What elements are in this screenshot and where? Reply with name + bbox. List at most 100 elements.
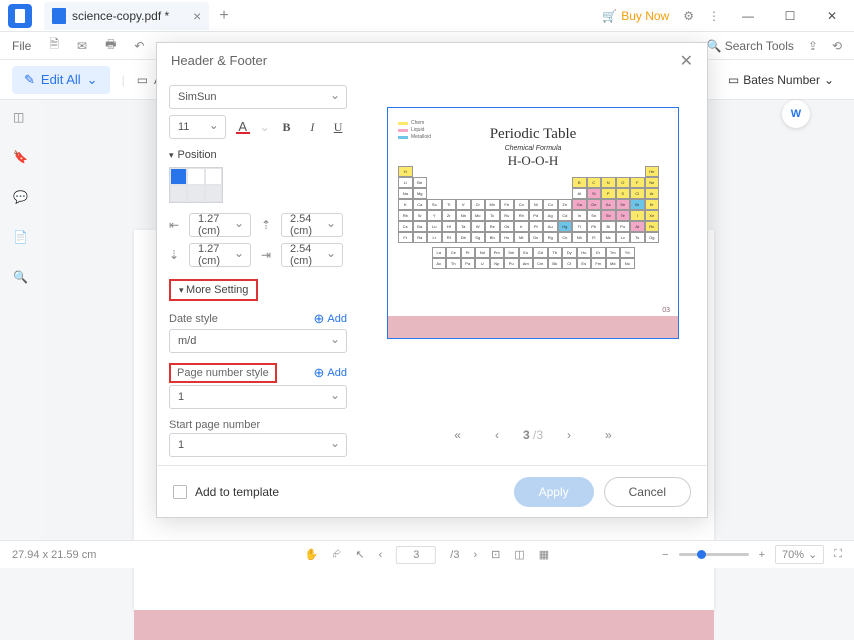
dialog-close-button[interactable]: ✕: [680, 51, 693, 71]
search-icon[interactable]: 🔍: [13, 270, 31, 288]
word-export-icon[interactable]: W: [782, 100, 810, 128]
zoom-slider[interactable]: [679, 553, 749, 556]
prev-page-button[interactable]: ‹: [485, 424, 509, 446]
dialog-header: Header & Footer ✕: [157, 43, 707, 79]
layout-icon[interactable]: ▦: [539, 548, 549, 561]
margin-bottom: ⇣ 1.27 (cm): [169, 243, 251, 267]
start-page-select[interactable]: 1: [169, 433, 347, 457]
attachments-icon[interactable]: 📄: [13, 230, 31, 248]
header-footer-dialog: Header & Footer ✕ SimSun 11 A ⌄ B I U ▾P…: [156, 42, 708, 518]
select-tool-icon[interactable]: ⮳: [333, 548, 342, 561]
document-tab[interactable]: science-copy.pdf * ×: [44, 2, 209, 30]
cloud-icon[interactable]: ⟲: [832, 39, 842, 53]
first-page-button[interactable]: «: [444, 424, 471, 446]
page-indicator: 3 /3: [523, 428, 543, 442]
preview-subtitle: Chemical Formula: [388, 145, 678, 152]
close-button[interactable]: ✕: [818, 9, 846, 23]
save-icon[interactable]: 🗎: [49, 35, 59, 56]
fullscreen-icon[interactable]: ⛶: [834, 548, 842, 561]
date-style-select[interactable]: m/d: [169, 329, 347, 353]
settings-panel: SimSun 11 A ⌄ B I U ▾Position ⇤ 1.27 (cm…: [157, 79, 359, 465]
minimize-button[interactable]: —: [734, 9, 762, 23]
page-number-input[interactable]: 3: [396, 546, 436, 564]
search-tools[interactable]: 🔍 Search Tools: [706, 39, 793, 53]
bookmarks-icon[interactable]: 🔖: [13, 150, 31, 168]
tab-close-button[interactable]: ×: [193, 8, 201, 24]
next-page-icon[interactable]: ›: [473, 549, 477, 561]
titlebar: science-copy.pdf * × + 🛒 Buy Now ⚙ ⋮ — ☐…: [0, 0, 854, 32]
dialog-footer: Add to template Apply Cancel: [157, 465, 707, 517]
more-setting-section[interactable]: More Setting: [169, 279, 347, 301]
add-icon: ▭: [137, 73, 148, 87]
page-dimensions: 27.94 x 21.59 cm: [12, 549, 96, 561]
position-section[interactable]: ▾Position: [169, 149, 347, 161]
tab-title: science-copy.pdf *: [72, 9, 169, 23]
fit-page-icon[interactable]: ◫: [514, 548, 524, 561]
pointer-tool-icon[interactable]: ↖: [355, 548, 364, 561]
left-sidebar: ◫ 🔖 💬 📄 🔍: [0, 100, 44, 288]
mail-icon[interactable]: ✉: [77, 39, 87, 53]
margin-left-input[interactable]: 1.27 (cm): [189, 213, 251, 237]
page-icon: ▭: [728, 73, 739, 87]
menu-icon[interactable]: ⋮: [708, 9, 720, 23]
margin-bottom-icon: ⇣: [169, 248, 183, 262]
file-menu[interactable]: File: [12, 39, 31, 53]
preview-panel: Chem Liquid Metalloid Periodic Table Che…: [359, 79, 707, 465]
share-icon[interactable]: ⇪: [808, 39, 818, 53]
font-size-select[interactable]: 11: [169, 115, 226, 139]
next-page-button[interactable]: ›: [557, 424, 581, 446]
bates-number-button[interactable]: ▭ Bates Number ⌄: [720, 69, 842, 91]
start-page-label: Start page number: [169, 419, 260, 431]
margin-right: ⇥ 2.54 (cm): [261, 243, 343, 267]
position-grid[interactable]: [169, 167, 223, 203]
chevron-down-icon: ⌄: [87, 72, 98, 88]
margin-top-input[interactable]: 2.54 (cm): [281, 213, 343, 237]
date-add-button[interactable]: Add: [314, 311, 347, 327]
date-style-label: Date style: [169, 313, 218, 325]
last-page-button[interactable]: »: [595, 424, 622, 446]
total-pages: /3: [450, 549, 459, 561]
edit-all-button[interactable]: ✎ Edit All ⌄: [12, 66, 110, 94]
pdf-icon: [52, 8, 66, 24]
statusbar: 27.94 x 21.59 cm ✋ ⮳ ↖ ‹ 3 /3 › ⊡ ◫ ▦ − …: [0, 540, 854, 568]
user-icon[interactable]: ⚙: [683, 9, 694, 23]
maximize-button[interactable]: ☐: [776, 9, 804, 23]
app-icon: [8, 4, 32, 28]
page-number-mark: 03: [662, 307, 670, 314]
undo-icon[interactable]: ↶: [134, 39, 144, 53]
zoom-out-button[interactable]: −: [662, 549, 668, 561]
new-tab-button[interactable]: +: [219, 7, 228, 25]
apply-button[interactable]: Apply: [514, 477, 594, 507]
page-number-style-label: Page number style: [169, 363, 277, 383]
zoom-select[interactable]: 70%⌄: [775, 545, 824, 564]
print-icon[interactable]: 🖶: [105, 35, 116, 56]
margin-right-icon: ⇥: [261, 248, 275, 262]
page-style-select[interactable]: 1: [169, 385, 347, 409]
preview-title: Periodic Table: [388, 126, 678, 143]
periodic-table: HHe LiBeBCNOFNe NaMgAlSiPSClAr KCaScTiVC…: [398, 166, 668, 269]
legend: Chem Liquid Metalloid: [398, 120, 431, 141]
margin-bottom-input[interactable]: 1.27 (cm): [189, 243, 251, 267]
dialog-title: Header & Footer: [171, 53, 267, 68]
hand-tool-icon[interactable]: ✋: [305, 548, 319, 561]
zoom-in-button[interactable]: +: [759, 549, 765, 561]
prev-page-icon[interactable]: ‹: [379, 549, 383, 561]
underline-button[interactable]: U: [329, 116, 347, 138]
bold-button[interactable]: B: [278, 116, 296, 138]
font-family-select[interactable]: SimSun: [169, 85, 347, 109]
margin-left: ⇤ 1.27 (cm): [169, 213, 251, 237]
fit-width-icon[interactable]: ⊡: [491, 548, 500, 561]
divider: |: [122, 73, 125, 87]
page-add-button[interactable]: Add: [314, 365, 347, 381]
comments-icon[interactable]: 💬: [13, 190, 31, 208]
buy-now-button[interactable]: 🛒 Buy Now: [602, 9, 669, 23]
margin-top-icon: ⇡: [261, 218, 275, 232]
thumbnails-icon[interactable]: ◫: [13, 110, 31, 128]
preview-page: Chem Liquid Metalloid Periodic Table Che…: [387, 107, 679, 339]
italic-button[interactable]: I: [303, 116, 321, 138]
cancel-button[interactable]: Cancel: [604, 477, 691, 507]
font-color-button[interactable]: A: [234, 116, 252, 138]
pencil-icon: ✎: [24, 72, 35, 88]
add-to-template-checkbox[interactable]: [173, 485, 187, 499]
margin-right-input[interactable]: 2.54 (cm): [281, 243, 343, 267]
